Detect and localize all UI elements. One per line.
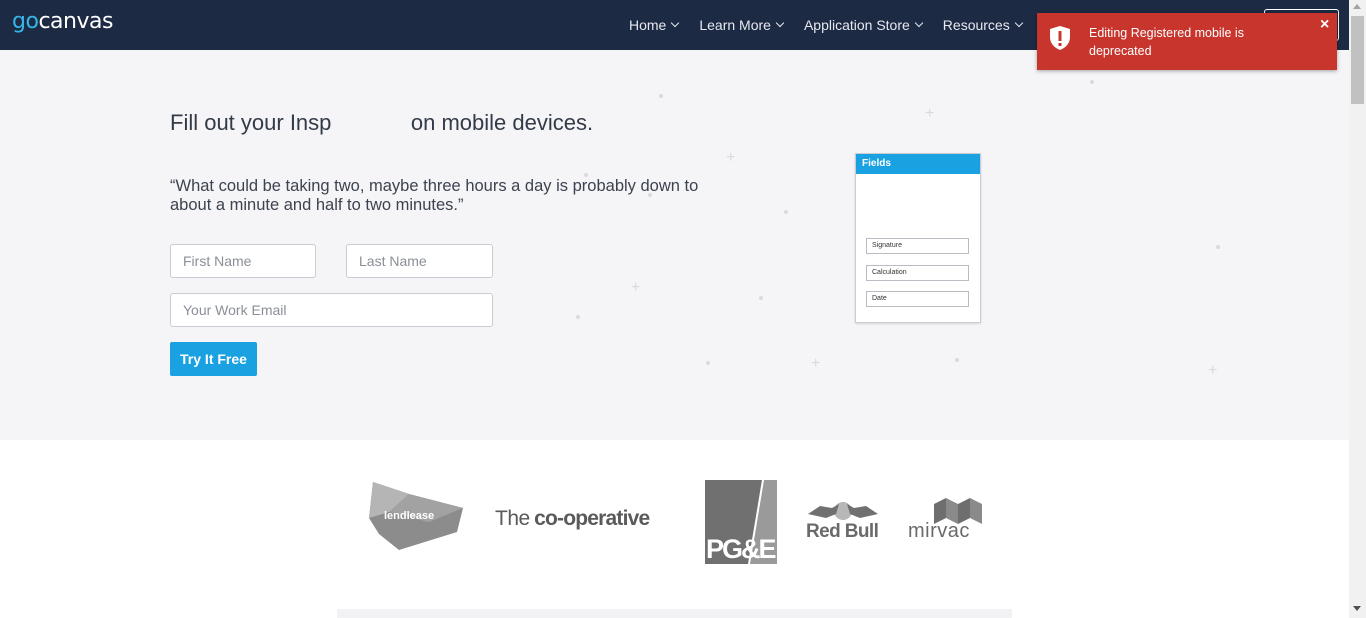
decor-plus-icon: + <box>925 105 935 122</box>
menu-item-label: Learn More <box>699 17 771 33</box>
hero-headline: Fill out your Insp on mobile devices. <box>170 110 593 136</box>
logo-canvas-text: canvas <box>38 9 113 34</box>
pge-logo: PG&E <box>705 480 777 564</box>
pge-wordmark: PG&E <box>706 534 777 564</box>
menu-item-application-store[interactable]: Application Store <box>803 17 924 33</box>
logo-go-text: go <box>12 9 39 34</box>
decor-dot <box>1090 80 1094 84</box>
cooperative-the: The <box>495 507 530 530</box>
menu-item-home[interactable]: Home <box>629 17 680 33</box>
main-menu: Home Learn More Application Store Resour… <box>629 0 1043 50</box>
error-toast: Editing Registered mobile is deprecated <box>1037 13 1337 70</box>
mirvac-wordmark: mirvac <box>908 520 970 542</box>
signature-field-illustration: Signature <box>866 238 969 254</box>
decor-dot <box>955 358 959 362</box>
customer-logos-strip: lendlease The co-operative PG&E Red Bull… <box>0 440 1349 618</box>
chevron-down-icon <box>1014 18 1023 28</box>
menu-item-learn-more[interactable]: Learn More <box>699 17 785 33</box>
toast-close-icon[interactable]: × <box>1320 17 1329 33</box>
lendlease-logo: lendlease <box>369 482 465 550</box>
redbull-logo: Red Bull <box>806 500 880 544</box>
decor-dot <box>1216 245 1220 249</box>
chevron-down-icon <box>671 18 680 28</box>
scroll-up-arrow-icon[interactable] <box>1353 4 1361 9</box>
cooperative-name: co-operative <box>534 507 650 530</box>
decor-plus-icon: + <box>631 279 641 296</box>
decor-dot <box>706 361 710 365</box>
gocanvas-logo[interactable]: gocanvas <box>12 9 113 34</box>
toast-message: Editing Registered mobile is deprecated <box>1089 26 1244 58</box>
menu-item-label: Resources <box>942 17 1010 33</box>
decor-dot <box>659 94 663 98</box>
testimonial-quote: “What could be taking two, maybe three h… <box>170 177 699 214</box>
decor-plus-icon: + <box>726 149 736 166</box>
mirvac-logo: mirvac <box>908 498 984 544</box>
scrollbar-thumb[interactable] <box>1351 16 1364 104</box>
lendlease-wordmark: lendlease <box>384 510 435 522</box>
scroll-down-arrow-icon[interactable] <box>1353 606 1361 611</box>
chevron-down-icon <box>775 18 785 28</box>
date-field-illustration: Date <box>866 291 969 307</box>
headline-end: on mobile devices. <box>410 110 594 135</box>
first-name-field[interactable] <box>170 244 316 278</box>
hero-section: + + + + + Fill out your Insp on mobile d… <box>0 50 1349 440</box>
decor-dot <box>576 315 580 319</box>
redbull-wordmark: Red Bull <box>806 521 879 542</box>
fields-card-header: Fields <box>856 154 980 174</box>
shield-alert-icon <box>1049 25 1071 56</box>
calculation-field-illustration: Calculation <box>866 265 969 281</box>
next-section-edge <box>337 609 1012 618</box>
decor-dot <box>784 210 788 214</box>
decor-plus-icon: + <box>811 355 821 372</box>
work-email-field[interactable] <box>170 293 493 327</box>
menu-item-label: Application Store <box>803 17 910 33</box>
decor-plus-icon: + <box>1208 362 1218 379</box>
chevron-down-icon <box>914 18 924 28</box>
menu-item-resources[interactable]: Resources <box>942 17 1023 33</box>
fields-card-illustration: Fields Signature Calculation Date <box>855 153 981 323</box>
decor-dot <box>759 296 763 300</box>
headline-start: Fill out your Insp <box>170 110 332 135</box>
cooperative-logo: The co-operative <box>495 507 650 531</box>
menu-item-label: Home <box>629 17 667 33</box>
try-it-free-button[interactable]: Try It Free <box>170 342 257 376</box>
last-name-field[interactable] <box>346 244 493 278</box>
